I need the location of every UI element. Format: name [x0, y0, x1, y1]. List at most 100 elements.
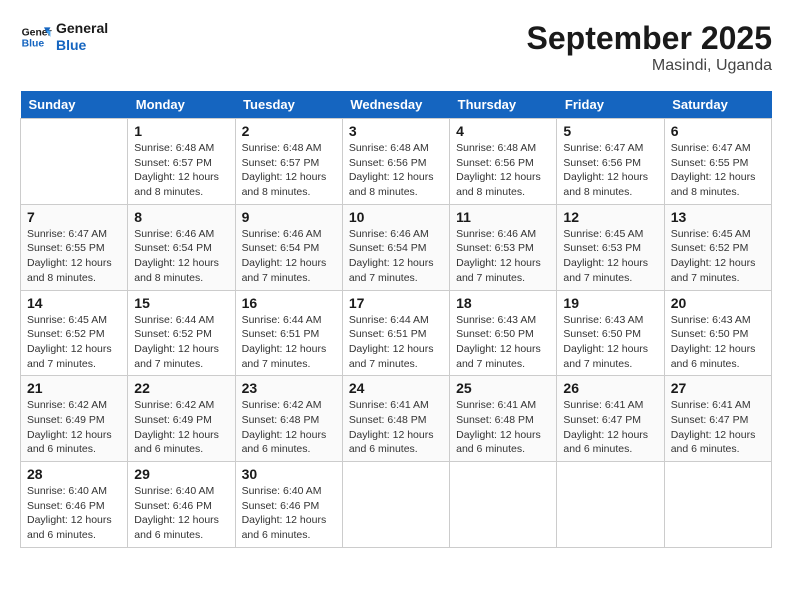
- cell-info: Sunrise: 6:40 AMSunset: 6:46 PMDaylight:…: [27, 484, 121, 543]
- cell-date: 30: [242, 466, 336, 482]
- cell-date: 17: [349, 295, 443, 311]
- cell-info: Sunrise: 6:47 AMSunset: 6:55 PMDaylight:…: [27, 227, 121, 286]
- calendar-week-3: 14 Sunrise: 6:45 AMSunset: 6:52 PMDayligh…: [21, 290, 772, 376]
- calendar-cell: 4 Sunrise: 6:48 AMSunset: 6:56 PMDaylight…: [450, 119, 557, 205]
- logo-icon: General Blue: [20, 21, 52, 53]
- calendar-cell: 28 Sunrise: 6:40 AMSunset: 6:46 PMDayligh…: [21, 462, 128, 548]
- calendar-cell: 6Sunrise: 6:47 AMSunset: 6:55 PMDaylight…: [664, 119, 771, 205]
- calendar-cell: [342, 462, 449, 548]
- day-header-friday: Friday: [557, 91, 664, 119]
- cell-info: Sunrise: 6:46 AMSunset: 6:54 PMDaylight:…: [242, 227, 336, 286]
- cell-info: Sunrise: 6:47 AMSunset: 6:56 PMDaylight:…: [563, 141, 657, 200]
- calendar-cell: 1Sunrise: 6:48 AMSunset: 6:57 PMDaylight…: [128, 119, 235, 205]
- cell-info: Sunrise: 6:43 AMSunset: 6:50 PMDaylight:…: [671, 313, 765, 372]
- calendar-cell: 13Sunrise: 6:45 AMSunset: 6:52 PMDayligh…: [664, 204, 771, 290]
- calendar-cell: 30 Sunrise: 6:40 AMSunset: 6:46 PMDayligh…: [235, 462, 342, 548]
- cell-date: 25: [456, 380, 550, 396]
- cell-info: Sunrise: 6:46 AMSunset: 6:53 PMDaylight:…: [456, 227, 550, 286]
- cell-date: 9: [242, 209, 336, 225]
- cell-info: Sunrise: 6:41 AMSunset: 6:47 PMDaylight:…: [563, 398, 657, 457]
- cell-info: Sunrise: 6:48 AMSunset: 6:56 PMDaylight:…: [456, 141, 550, 200]
- cell-info: Sunrise: 6:45 AMSunset: 6:52 PMDaylight:…: [27, 313, 121, 372]
- calendar-cell: 2 Sunrise: 6:48 AMSunset: 6:57 PMDaylight…: [235, 119, 342, 205]
- calendar-cell: 16 Sunrise: 6:44 AMSunset: 6:51 PMDayligh…: [235, 290, 342, 376]
- cell-date: 15: [134, 295, 228, 311]
- page-header: General Blue General Blue September 2025…: [20, 20, 772, 75]
- cell-date: 26: [563, 380, 657, 396]
- cell-info: Sunrise: 6:48 AMSunset: 6:57 PMDaylight:…: [242, 141, 336, 200]
- cell-info: Sunrise: 6:42 AMSunset: 6:49 PMDaylight:…: [27, 398, 121, 457]
- cell-date: 14: [27, 295, 121, 311]
- calendar-cell: 22 Sunrise: 6:42 AMSunset: 6:49 PMDayligh…: [128, 376, 235, 462]
- cell-date: 28: [27, 466, 121, 482]
- day-header-sunday: Sunday: [21, 91, 128, 119]
- cell-date: 6: [671, 123, 765, 139]
- cell-info: Sunrise: 6:40 AMSunset: 6:46 PMDaylight:…: [134, 484, 228, 543]
- calendar-header-row: SundayMondayTuesdayWednesdayThursdayFrid…: [21, 91, 772, 119]
- cell-info: Sunrise: 6:42 AMSunset: 6:49 PMDaylight:…: [134, 398, 228, 457]
- cell-info: Sunrise: 6:40 AMSunset: 6:46 PMDaylight:…: [242, 484, 336, 543]
- calendar-cell: [21, 119, 128, 205]
- calendar-week-4: 21 Sunrise: 6:42 AMSunset: 6:49 PMDayligh…: [21, 376, 772, 462]
- cell-date: 12: [563, 209, 657, 225]
- calendar-cell: 9 Sunrise: 6:46 AMSunset: 6:54 PMDaylight…: [235, 204, 342, 290]
- calendar-cell: 25Sunrise: 6:41 AMSunset: 6:48 PMDayligh…: [450, 376, 557, 462]
- day-header-thursday: Thursday: [450, 91, 557, 119]
- cell-info: Sunrise: 6:48 AMSunset: 6:56 PMDaylight:…: [349, 141, 443, 200]
- calendar-cell: 23 Sunrise: 6:42 AMSunset: 6:48 PMDayligh…: [235, 376, 342, 462]
- day-header-monday: Monday: [128, 91, 235, 119]
- day-header-saturday: Saturday: [664, 91, 771, 119]
- location: Masindi, Uganda: [527, 57, 772, 75]
- logo-blue-text: Blue: [56, 37, 108, 54]
- calendar-week-1: 1Sunrise: 6:48 AMSunset: 6:57 PMDaylight…: [21, 119, 772, 205]
- calendar-cell: 17Sunrise: 6:44 AMSunset: 6:51 PMDayligh…: [342, 290, 449, 376]
- calendar-cell: 5 Sunrise: 6:47 AMSunset: 6:56 PMDaylight…: [557, 119, 664, 205]
- cell-date: 10: [349, 209, 443, 225]
- calendar-cell: 14 Sunrise: 6:45 AMSunset: 6:52 PMDayligh…: [21, 290, 128, 376]
- calendar-cell: 15Sunrise: 6:44 AMSunset: 6:52 PMDayligh…: [128, 290, 235, 376]
- cell-date: 23: [242, 380, 336, 396]
- cell-date: 7: [27, 209, 121, 225]
- cell-info: Sunrise: 6:44 AMSunset: 6:51 PMDaylight:…: [242, 313, 336, 372]
- cell-info: Sunrise: 6:41 AMSunset: 6:48 PMDaylight:…: [349, 398, 443, 457]
- calendar-cell: 7 Sunrise: 6:47 AMSunset: 6:55 PMDaylight…: [21, 204, 128, 290]
- calendar-cell: 21 Sunrise: 6:42 AMSunset: 6:49 PMDayligh…: [21, 376, 128, 462]
- calendar-cell: 27 Sunrise: 6:41 AMSunset: 6:47 PMDayligh…: [664, 376, 771, 462]
- calendar-cell: 12 Sunrise: 6:45 AMSunset: 6:53 PMDayligh…: [557, 204, 664, 290]
- svg-text:Blue: Blue: [22, 38, 45, 49]
- calendar-cell: 20Sunrise: 6:43 AMSunset: 6:50 PMDayligh…: [664, 290, 771, 376]
- cell-info: Sunrise: 6:43 AMSunset: 6:50 PMDaylight:…: [456, 313, 550, 372]
- cell-info: Sunrise: 6:46 AMSunset: 6:54 PMDaylight:…: [134, 227, 228, 286]
- cell-date: 19: [563, 295, 657, 311]
- calendar-cell: 24 Sunrise: 6:41 AMSunset: 6:48 PMDayligh…: [342, 376, 449, 462]
- calendar-cell: 18Sunrise: 6:43 AMSunset: 6:50 PMDayligh…: [450, 290, 557, 376]
- cell-date: 3: [349, 123, 443, 139]
- calendar-cell: 3 Sunrise: 6:48 AMSunset: 6:56 PMDaylight…: [342, 119, 449, 205]
- cell-date: 27: [671, 380, 765, 396]
- cell-info: Sunrise: 6:48 AMSunset: 6:57 PMDaylight:…: [134, 141, 228, 200]
- day-header-wednesday: Wednesday: [342, 91, 449, 119]
- calendar-cell: [664, 462, 771, 548]
- cell-date: 4: [456, 123, 550, 139]
- logo-general-text: General: [56, 20, 108, 37]
- calendar-week-5: 28 Sunrise: 6:40 AMSunset: 6:46 PMDayligh…: [21, 462, 772, 548]
- cell-date: 24: [349, 380, 443, 396]
- calendar-cell: 26 Sunrise: 6:41 AMSunset: 6:47 PMDayligh…: [557, 376, 664, 462]
- cell-date: 16: [242, 295, 336, 311]
- cell-info: Sunrise: 6:41 AMSunset: 6:47 PMDaylight:…: [671, 398, 765, 457]
- cell-date: 21: [27, 380, 121, 396]
- month-title: September 2025: [527, 20, 772, 57]
- calendar-cell: 11Sunrise: 6:46 AMSunset: 6:53 PMDayligh…: [450, 204, 557, 290]
- cell-date: 5: [563, 123, 657, 139]
- cell-date: 2: [242, 123, 336, 139]
- cell-info: Sunrise: 6:45 AMSunset: 6:53 PMDaylight:…: [563, 227, 657, 286]
- calendar-week-2: 7 Sunrise: 6:47 AMSunset: 6:55 PMDaylight…: [21, 204, 772, 290]
- calendar-cell: 29 Sunrise: 6:40 AMSunset: 6:46 PMDayligh…: [128, 462, 235, 548]
- cell-date: 13: [671, 209, 765, 225]
- calendar-cell: 19Sunrise: 6:43 AMSunset: 6:50 PMDayligh…: [557, 290, 664, 376]
- calendar-cell: [557, 462, 664, 548]
- calendar-cell: 10Sunrise: 6:46 AMSunset: 6:54 PMDayligh…: [342, 204, 449, 290]
- cell-info: Sunrise: 6:42 AMSunset: 6:48 PMDaylight:…: [242, 398, 336, 457]
- cell-date: 22: [134, 380, 228, 396]
- cell-date: 29: [134, 466, 228, 482]
